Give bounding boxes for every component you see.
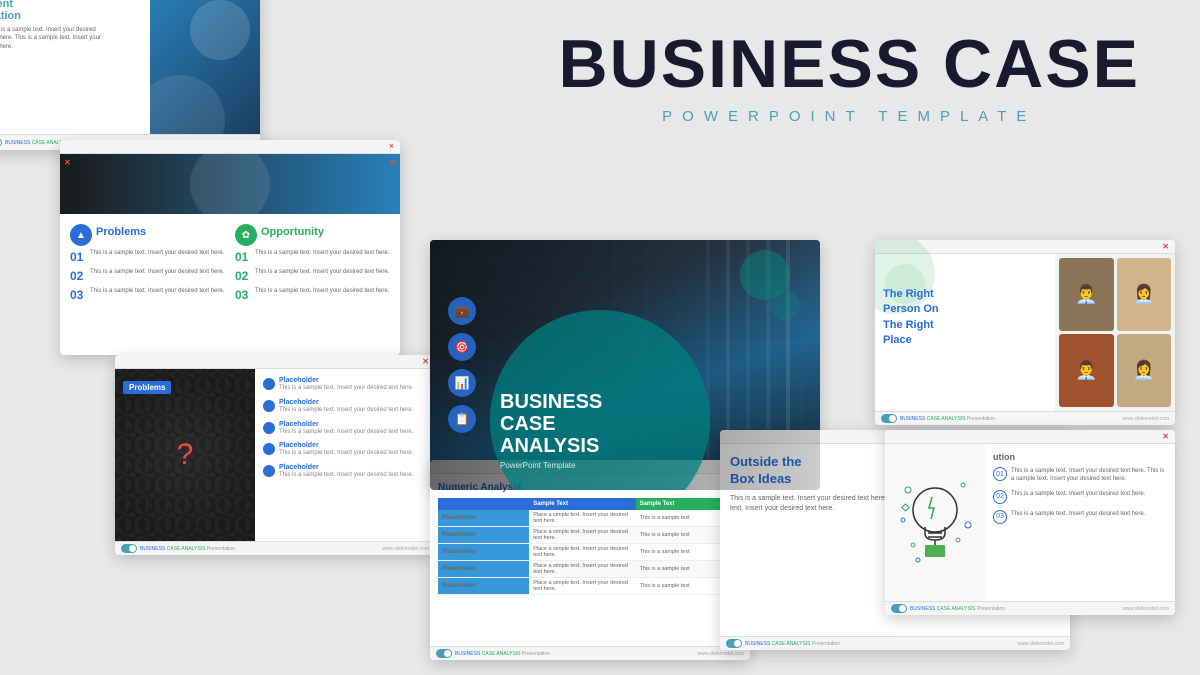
problems-title: Problems bbox=[96, 226, 146, 238]
avatar-1: 👨‍💼 bbox=[1059, 258, 1114, 331]
slide8-num-3: 03 bbox=[993, 510, 1007, 524]
maze-arrow: ? bbox=[177, 438, 194, 472]
opportunity-title: Opportunity bbox=[261, 226, 324, 238]
slide-thumb-4[interactable]: 💼 🎯 📊 📋 BUSINESS CASE ANALYSIS PowerPoin… bbox=[430, 240, 820, 490]
avatar-4: 👩‍💼 bbox=[1117, 334, 1172, 407]
opportunity-item-2: 02 This is a sample text. Insert your de… bbox=[235, 269, 390, 283]
table-row: Placeholder Place a simple text. Insert … bbox=[438, 544, 742, 561]
table-row: Placeholder Place a simple text. Insert … bbox=[438, 561, 742, 578]
table-row: Placeholder Place a simple text. Insert … bbox=[438, 527, 742, 544]
slide2-problems-col: ▲ Problems 01 This is a sample text. Ins… bbox=[70, 224, 225, 355]
slide3-maze-area: Problems ? bbox=[115, 369, 255, 541]
slide-thumb-5[interactable]: ✕ Numeric Analysis Sample Text Sample Te… bbox=[430, 460, 750, 660]
slide7-body: The RightPerson OnThe RightPlace 👨‍💼 👩‍💼… bbox=[875, 254, 1175, 411]
slide2-body: ▲ Problems 01 This is a sample text. Ins… bbox=[60, 214, 400, 355]
slide3-item-3: Placeholder This is a sample text. Inser… bbox=[263, 421, 427, 437]
slide8-num-1: 01 bbox=[993, 467, 1007, 481]
problems-item-1: 01 This is a sample text. Insert your de… bbox=[70, 250, 225, 264]
slide7-title: The RightPerson OnThe RightPlace bbox=[883, 287, 1047, 349]
slide-thumb-2[interactable]: ✕ ✕ ✕ ▲ Problems 01 This is a sample tex… bbox=[60, 140, 400, 355]
slide4-icon-2: 🎯 bbox=[448, 333, 476, 361]
slide8-footer: BUSINESS CASE ANALYSIS Presentation www.… bbox=[885, 601, 1175, 615]
slide8-item-3: 03 This is a sample text. Insert your de… bbox=[993, 510, 1167, 524]
maze-label: Problems bbox=[123, 381, 171, 394]
slide4-icon-1: 💼 bbox=[448, 297, 476, 325]
table-row: Placeholder Place a simple text. Insert … bbox=[438, 578, 742, 595]
slide7-footer: BUSINESS CASE ANALYSIS Presentation www.… bbox=[875, 411, 1175, 425]
slide3-item-1: Placeholder This is a sample text. Inser… bbox=[263, 377, 427, 393]
slide8-num-2: 02 bbox=[993, 490, 1007, 504]
slide6-footer: BUSINESS CASE ANALYSIS Presentation www.… bbox=[720, 636, 1070, 650]
slide4-title: BUSINESS CASE ANALYSIS bbox=[500, 391, 602, 457]
slide5-body: Numeric Analysis Sample Text Sample Text… bbox=[430, 474, 750, 646]
slide5-table: Sample Text Sample Text Placeholder Plac… bbox=[438, 498, 742, 595]
slide7-avatars: 👨‍💼 👩‍💼 👨‍💼 👩‍💼 bbox=[1055, 254, 1175, 411]
slide8-header: ✕ bbox=[885, 430, 1175, 444]
opportunity-item-3: 03 This is a sample text. Insert your de… bbox=[235, 288, 390, 302]
main-title-line1: BUSINESS CASE bbox=[559, 30, 1140, 98]
avatar-2: 👩‍💼 bbox=[1117, 258, 1172, 331]
slide8-body: ution 01 This is a sample text. Insert y… bbox=[885, 444, 1175, 601]
slide3-footer: BUSINESS CASE ANALYSIS Presentation www.… bbox=[115, 541, 435, 555]
table-col-header-2: Sample Text bbox=[529, 498, 635, 510]
slide-thumb-8[interactable]: ✕ bbox=[885, 430, 1175, 615]
slide8-item-1: 01 This is a sample text. Insert your de… bbox=[993, 467, 1167, 484]
slide4-icons: 💼 🎯 📊 📋 bbox=[448, 297, 476, 433]
slide-thumb-7[interactable]: ✕ The RightPerson OnThe RightPlace 👨‍💼 👩… bbox=[875, 240, 1175, 425]
avatar-3: 👨‍💼 bbox=[1059, 334, 1114, 407]
problems-item-2: 02 This is a sample text. Insert your de… bbox=[70, 269, 225, 283]
slide4-body: 💼 🎯 📊 📋 BUSINESS CASE ANALYSIS PowerPoin… bbox=[430, 240, 820, 490]
slide-thumb-3[interactable]: ✕ Problems ? Placeholder This is a sampl… bbox=[115, 355, 435, 555]
slide4-teal-decoration bbox=[740, 250, 800, 320]
problems-icon: ▲ bbox=[70, 224, 92, 246]
opportunity-item-1: 01 This is a sample text. Insert your de… bbox=[235, 250, 390, 264]
slide3-item-4: Placeholder This is a sample text. Inser… bbox=[263, 442, 427, 458]
lightbulb-svg bbox=[898, 475, 973, 570]
slide3-list: Placeholder This is a sample text. Inser… bbox=[255, 369, 435, 541]
title-area: BUSINESS CASE POWERPOINT TEMPLATE bbox=[559, 30, 1140, 125]
opportunity-icon: ✿ bbox=[235, 224, 257, 246]
slide3-header: ✕ bbox=[115, 355, 435, 369]
slide4-icon-4: 📋 bbox=[448, 405, 476, 433]
slide8-list: ution 01 This is a sample text. Insert y… bbox=[985, 444, 1175, 601]
slide3-body: Problems ? Placeholder This is a sample … bbox=[115, 369, 435, 541]
main-title-line2: POWERPOINT TEMPLATE bbox=[559, 108, 1140, 125]
slide2-opportunity-col: ✿ Opportunity 01 This is a sample text. … bbox=[235, 224, 390, 355]
slide4-content: BUSINESS CASE ANALYSIS PowerPoint Templa… bbox=[500, 391, 602, 470]
slide3-item-2: Placeholder This is a sample text. Inser… bbox=[263, 399, 427, 415]
table-col-header-1 bbox=[438, 498, 529, 510]
slide7-left: The RightPerson OnThe RightPlace bbox=[875, 254, 1055, 411]
table-row: Placeholder Place a simple text. Insert … bbox=[438, 510, 742, 527]
problems-item-3: 03 This is a sample text. Insert your de… bbox=[70, 288, 225, 302]
slide3-item-5: Placeholder This is a sample text. Inser… bbox=[263, 464, 427, 480]
slide-thumb-1[interactable]: rrentuation This is a sample text. Inser… bbox=[0, 0, 260, 150]
slide8-item-2: 02 This is a sample text. Insert your de… bbox=[993, 490, 1167, 504]
slide4-icon-3: 📊 bbox=[448, 369, 476, 397]
slide5-footer: BUSINESS CASE ANALYSIS Presentation www.… bbox=[430, 646, 750, 660]
slide2-header: ✕ bbox=[60, 140, 400, 154]
slide8-bulb-area bbox=[885, 444, 985, 601]
slide4-subtitle: PowerPoint Template bbox=[500, 461, 602, 470]
